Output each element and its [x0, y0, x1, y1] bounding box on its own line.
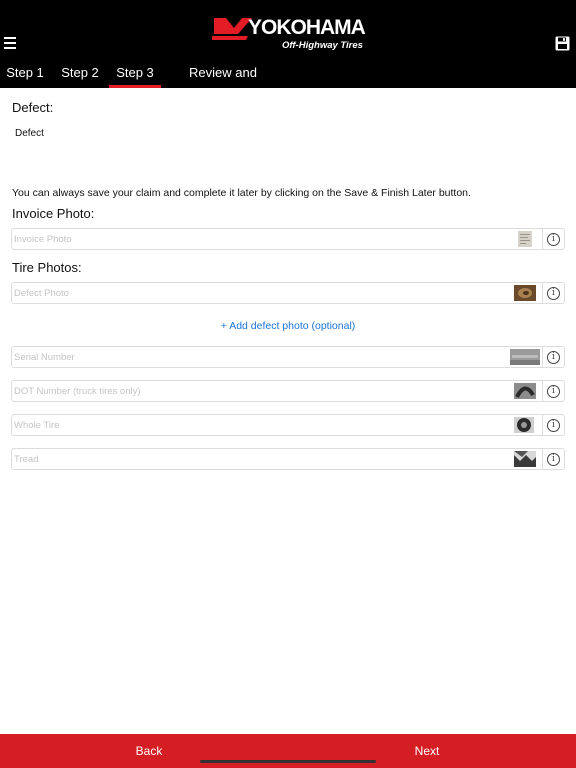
- defect-photo-input[interactable]: [14, 284, 504, 302]
- tab-review-submit[interactable]: Review and Submit: [168, 60, 278, 106]
- home-indicator: [200, 760, 376, 763]
- brand-subtitle: Off-Highway Tires: [282, 40, 363, 51]
- info-icon[interactable]: i: [547, 351, 560, 364]
- divider: [542, 229, 543, 249]
- logo-mark-icon: [212, 18, 252, 40]
- tread-thumbnail[interactable]: [514, 451, 536, 467]
- info-icon[interactable]: i: [547, 419, 560, 432]
- serial-thumbnail[interactable]: [510, 349, 540, 365]
- tread-field: i: [11, 448, 565, 470]
- divider: [542, 347, 543, 367]
- whole-tire-input[interactable]: [14, 416, 504, 434]
- defect-label: Defect:: [12, 100, 54, 115]
- invoice-photo-input[interactable]: [14, 230, 504, 248]
- info-icon[interactable]: i: [547, 385, 560, 398]
- step-tabs: Step 1 Step 2 Step 3 Review and Submit: [0, 60, 576, 106]
- info-icon[interactable]: i: [547, 453, 560, 466]
- divider: [542, 283, 543, 303]
- dot-thumbnail[interactable]: [514, 383, 536, 399]
- invoice-thumbnail[interactable]: [518, 231, 532, 247]
- yokohama-logo: YOKOHAMA Off-Highway Tires: [212, 14, 366, 54]
- tread-input[interactable]: [14, 450, 504, 468]
- defect-thumbnail[interactable]: [514, 285, 536, 301]
- divider: [542, 449, 543, 469]
- tab-step-3[interactable]: Step 3: [109, 60, 161, 88]
- info-icon[interactable]: i: [547, 287, 560, 300]
- dot-number-input[interactable]: [14, 382, 504, 400]
- tire-photos-label: Tire Photos:: [12, 260, 82, 275]
- tab-step-2[interactable]: Step 2: [55, 60, 105, 88]
- hamburger-icon[interactable]: [4, 37, 18, 49]
- invoice-photo-field: i: [11, 228, 565, 250]
- defect-photo-field: i: [11, 282, 565, 304]
- tab-step-1[interactable]: Step 1: [0, 60, 50, 88]
- divider: [542, 381, 543, 401]
- add-defect-photo-link[interactable]: + Add defect photo (optional): [0, 320, 576, 332]
- defect-value: Defect: [15, 128, 44, 139]
- brand-wordmark: YOKOHAMA: [248, 16, 366, 39]
- divider: [542, 415, 543, 435]
- whole-tire-thumbnail[interactable]: [514, 417, 534, 433]
- invoice-photo-label: Invoice Photo:: [12, 206, 95, 221]
- app-header: YOKOHAMA Off-Highway Tires Step 1 Step 2…: [0, 0, 576, 106]
- dot-number-field: i: [11, 380, 565, 402]
- floppy-disk-icon[interactable]: [555, 36, 570, 51]
- serial-number-field: i: [11, 346, 565, 368]
- info-icon[interactable]: i: [547, 233, 560, 246]
- serial-number-input[interactable]: [14, 348, 504, 366]
- save-later-note: You can always save your claim and compl…: [12, 187, 471, 199]
- whole-tire-field: i: [11, 414, 565, 436]
